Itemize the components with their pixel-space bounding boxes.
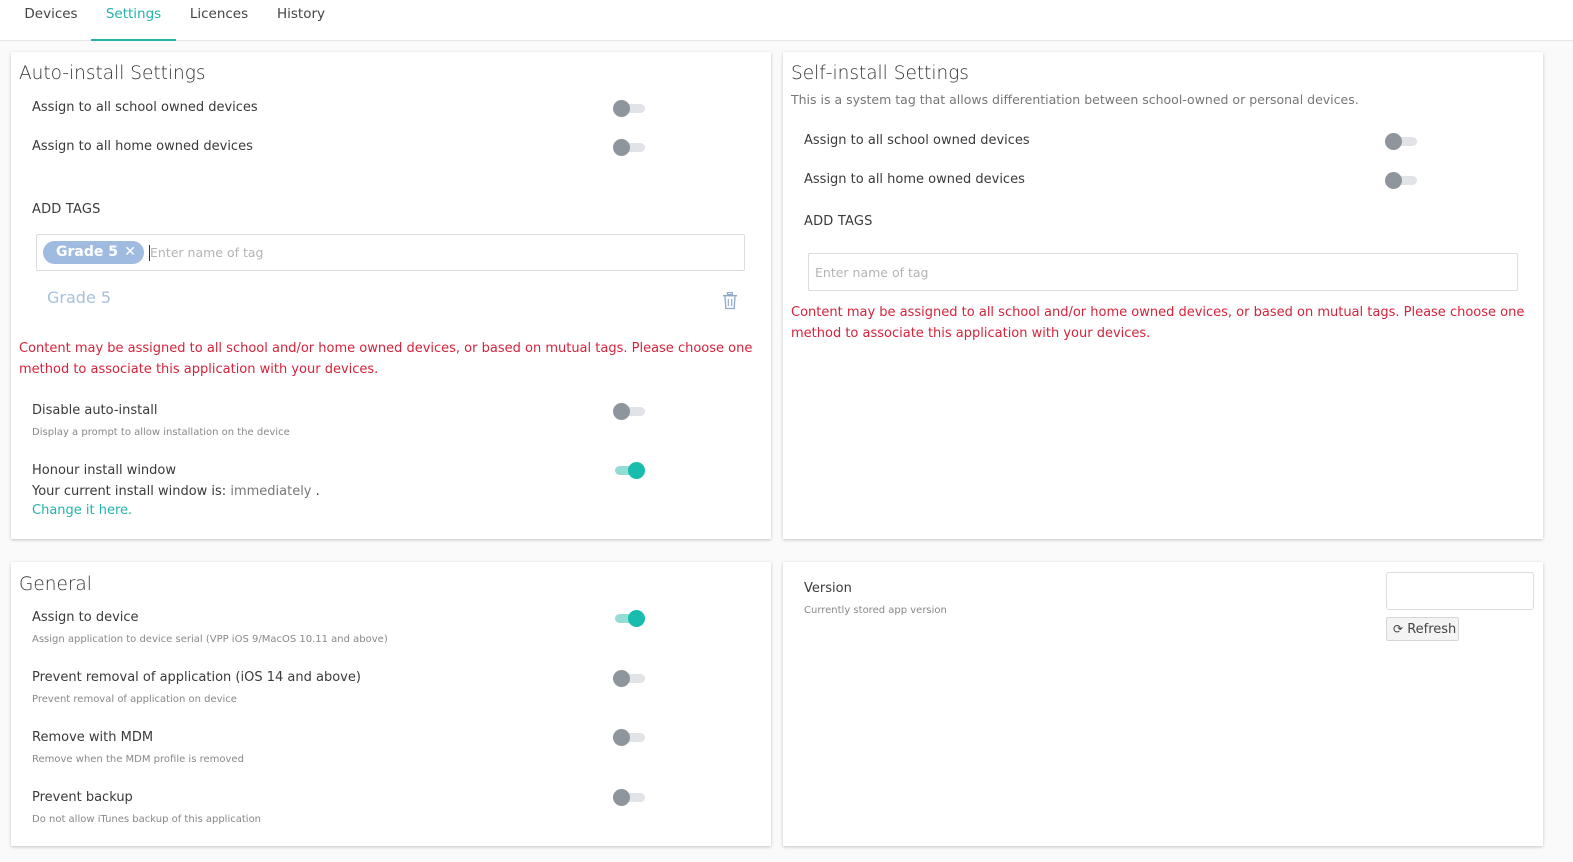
remove-with-mdm-toggle[interactable]	[613, 727, 647, 747]
change-install-window-link[interactable]: Change it here.	[32, 503, 132, 518]
install-window-value: immediately	[230, 484, 312, 499]
general-card: General Assign to device Assign applicat…	[11, 562, 771, 846]
self-install-warning: Content may be assigned to all school an…	[791, 305, 1525, 341]
prevent-removal-label: Prevent removal of application (iOS 14 a…	[32, 670, 361, 685]
refresh-icon: ⟳	[1393, 622, 1404, 636]
prevent-backup-hint: Do not allow iTunes backup of this appli…	[32, 814, 262, 825]
tag-list-item: Grade 5	[47, 288, 112, 307]
assign-to-device-hint: Assign application to device serial (VPP…	[32, 634, 388, 645]
auto-school-label: Assign to all school owned devices	[32, 100, 258, 115]
self-install-title: Self-install Settings	[791, 63, 969, 84]
auto-add-tags-label: ADD TAGS	[32, 202, 101, 217]
version-hint: Currently stored app version	[804, 605, 947, 616]
self-add-tags-label: ADD TAGS	[804, 214, 873, 229]
version-field[interactable]	[1386, 572, 1534, 610]
tab-settings[interactable]: Settings	[91, 0, 176, 41]
install-window-text: Your current install window is: immediat…	[32, 484, 320, 499]
version-card: Version Currently stored app version ⟳ R…	[783, 562, 1543, 846]
prevent-backup-label: Prevent backup	[32, 790, 133, 805]
assign-to-device-label: Assign to device	[32, 610, 139, 625]
self-tag-placeholder: Enter name of tag	[815, 265, 929, 280]
remove-with-mdm-hint: Remove when the MDM profile is removed	[32, 754, 244, 765]
auto-install-title: Auto-install Settings	[19, 63, 206, 84]
self-install-subtitle: This is a system tag that allows differe…	[791, 92, 1359, 107]
trash-icon[interactable]	[722, 291, 738, 310]
install-window-suffix: .	[315, 484, 320, 499]
prevent-removal-toggle[interactable]	[613, 668, 647, 688]
close-icon[interactable]: ✕	[124, 241, 136, 264]
tag-chip: Grade 5 ✕	[43, 241, 144, 264]
honour-install-window-toggle[interactable]	[613, 460, 647, 480]
prevent-backup-toggle[interactable]	[613, 787, 647, 807]
general-title: General	[19, 574, 92, 595]
self-school-label: Assign to all school owned devices	[804, 133, 1030, 148]
honour-install-window-label: Honour install window	[32, 463, 177, 478]
refresh-label: Refresh	[1407, 622, 1457, 637]
disable-auto-install-toggle[interactable]	[613, 401, 647, 421]
auto-tag-placeholder: Enter name of tag	[150, 245, 264, 260]
version-label: Version	[804, 581, 852, 596]
tag-chip-label: Grade 5	[56, 244, 118, 260]
assign-to-device-toggle[interactable]	[613, 608, 647, 628]
disable-auto-install-hint: Display a prompt to allow installation o…	[32, 427, 290, 438]
auto-install-card: Auto-install Settings Assign to all scho…	[11, 52, 771, 539]
self-home-toggle[interactable]	[1385, 170, 1419, 190]
auto-install-warning: Content may be assigned to all school an…	[19, 341, 753, 377]
tab-licences[interactable]: Licences	[185, 0, 253, 41]
prevent-removal-hint: Prevent removal of application on device	[32, 694, 237, 705]
self-school-toggle[interactable]	[1385, 131, 1419, 151]
auto-school-toggle[interactable]	[613, 98, 647, 118]
auto-home-toggle[interactable]	[613, 137, 647, 157]
auto-home-label: Assign to all home owned devices	[32, 139, 253, 154]
tab-bar: Devices Settings Licences History	[0, 0, 1573, 41]
self-home-label: Assign to all home owned devices	[804, 172, 1025, 187]
disable-auto-install-label: Disable auto-install	[32, 403, 158, 418]
install-window-prefix: Your current install window is:	[32, 484, 227, 499]
remove-with-mdm-label: Remove with MDM	[32, 730, 154, 745]
tab-history[interactable]: History	[270, 0, 332, 41]
refresh-button[interactable]: ⟳ Refresh	[1386, 617, 1459, 641]
auto-tag-input[interactable]: Grade 5 ✕ Enter name of tag	[36, 234, 745, 271]
self-tag-input[interactable]: Enter name of tag	[808, 253, 1518, 291]
tab-devices[interactable]: Devices	[20, 0, 82, 41]
self-install-card: Self-install Settings This is a system t…	[783, 52, 1543, 539]
